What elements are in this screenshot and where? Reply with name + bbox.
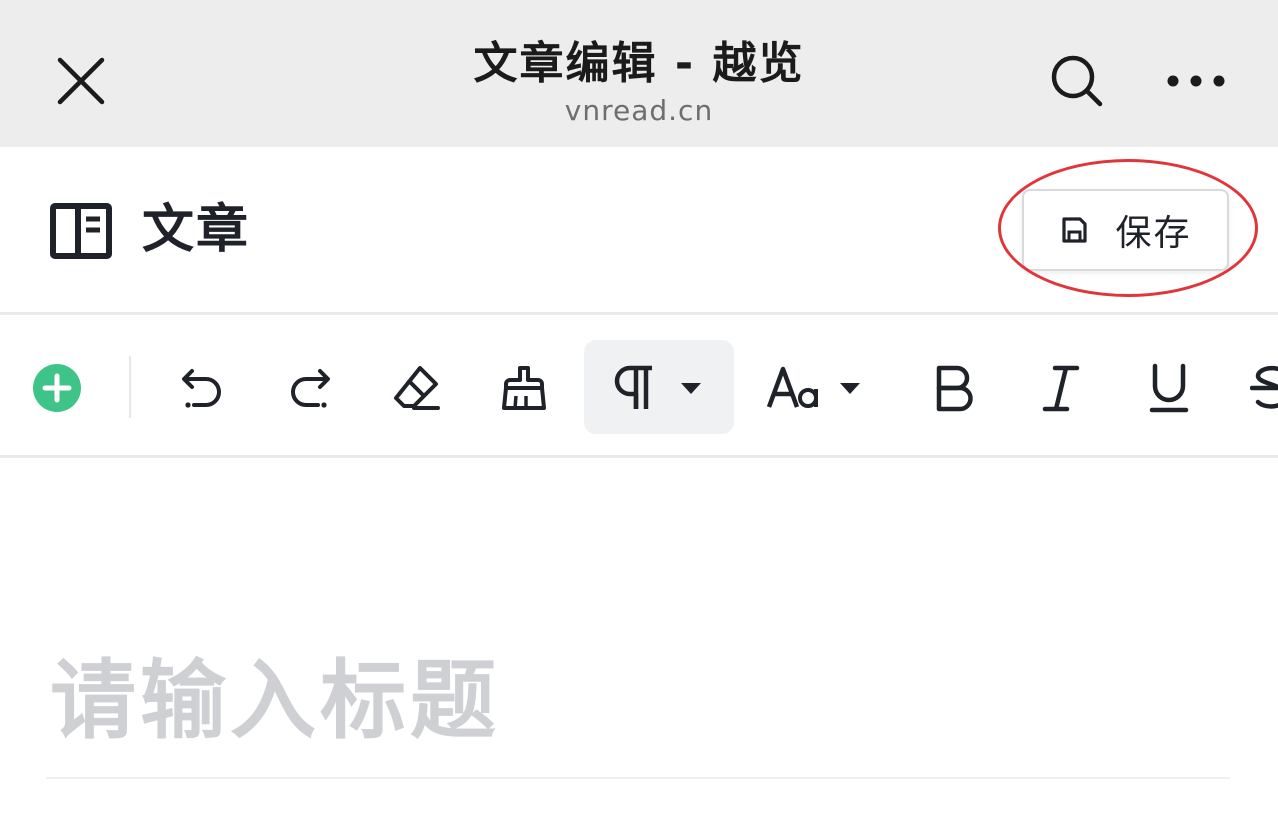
font-size-dropdown-button[interactable] [756,318,874,455]
search-icon[interactable] [1048,52,1106,110]
plus-circle-icon [33,364,81,412]
italic-button[interactable] [1026,318,1096,455]
undo-icon [182,369,221,408]
editor-body [0,461,1278,835]
more-icon[interactable] [1162,64,1230,98]
paragraph-dropdown-button[interactable] [584,318,734,455]
caret-down-icon [840,383,860,394]
sidebar-layout-icon[interactable] [50,203,112,259]
pilcrow-icon [614,365,652,409]
bold-icon [936,365,973,412]
save-button[interactable]: 保存 [1022,189,1229,271]
toolbar-divider [129,356,131,418]
format-painter-button[interactable] [488,318,560,455]
caret-down-icon [681,383,701,394]
bold-button[interactable] [920,318,990,455]
save-button-label: 保存 [1115,213,1192,254]
floppy-disk-icon [1062,217,1088,243]
underline-button[interactable] [1134,318,1204,455]
underline-icon [1149,363,1189,413]
eraser-icon [394,366,440,410]
clear-format-button[interactable] [380,318,452,455]
brush-icon [502,366,546,410]
title-input[interactable] [46,623,1230,779]
browser-top-bar: 文章编辑 - 越览 vnread.cn [0,0,1278,147]
strikethrough-button[interactable] [1250,318,1278,455]
formatting-toolbar [0,318,1278,458]
insert-button[interactable] [24,318,90,455]
italic-icon [1042,365,1080,412]
close-icon[interactable] [52,52,110,110]
undo-button[interactable] [168,318,238,455]
editor-header: 文章 保存 [0,147,1278,315]
redo-button[interactable] [274,318,344,455]
strikethrough-icon [1250,365,1278,409]
title-underline [46,777,1230,779]
redo-icon [291,369,330,408]
page-title: 文章 [142,200,251,260]
font-size-icon [766,366,818,408]
